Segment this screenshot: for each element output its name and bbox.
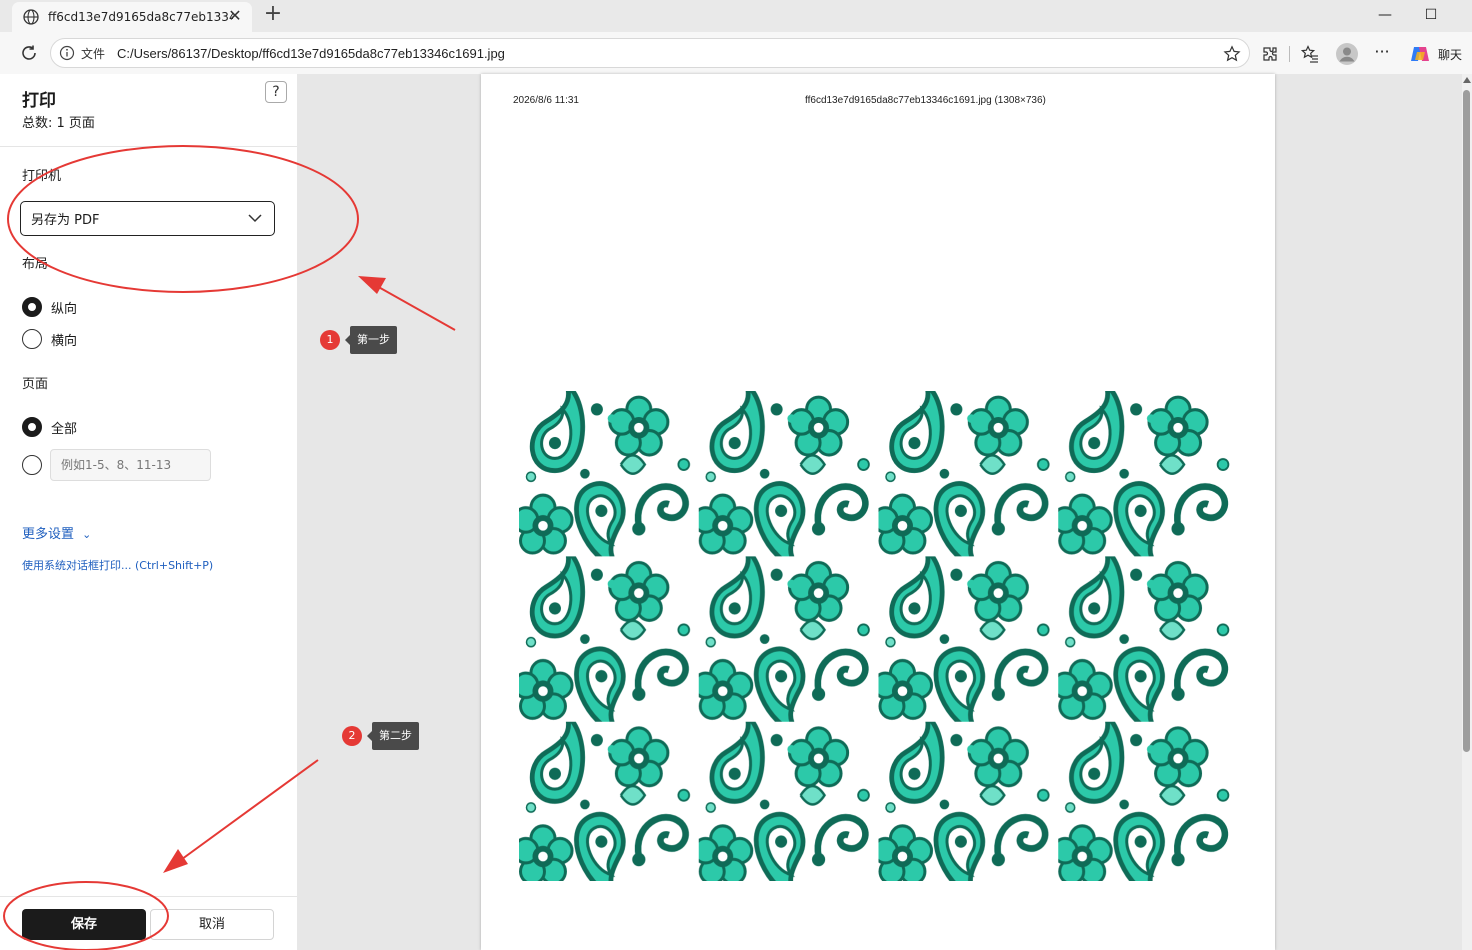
cancel-button[interactable]: 取消 [150, 909, 274, 940]
url-scheme: 文件 [81, 46, 106, 61]
preview-header-filename: ff6cd13e7d9165da8c77eb13346c1691.jpg (13… [805, 95, 1046, 106]
chevron-down-icon: ⌄ [82, 528, 92, 541]
step2-number: 2 [342, 726, 362, 746]
browser-tab[interactable]: ff6cd13e7d9165da8c77eb13346c1691.jpg ✕ [12, 2, 252, 32]
layout-portrait-label: 纵向 [51, 301, 78, 317]
pages-all-label: 全部 [51, 421, 78, 437]
layout-portrait-option[interactable]: 纵向 [22, 297, 77, 317]
more-menu-icon[interactable]: ··· [1372, 42, 1392, 62]
tab-title: ff6cd13e7d9165da8c77eb13346c1691.jpg [48, 10, 233, 24]
pages-custom-option[interactable] [22, 455, 51, 475]
printer-value: 另存为 PDF [31, 213, 100, 228]
tab-bar: ff6cd13e7d9165da8c77eb13346c1691.jpg ✕ +… [0, 0, 1472, 32]
copilot-icon[interactable] [1408, 42, 1432, 66]
more-settings-label: 更多设置 [22, 527, 75, 542]
step2-badge: 2 第二步 [342, 722, 419, 750]
url-text: C:/Users/86137/Desktop/ff6cd13e7d9165da8… [117, 45, 505, 61]
divider [0, 146, 297, 147]
step2-label: 第二步 [367, 722, 419, 750]
pages-label: 页面 [22, 377, 49, 392]
more-settings-link[interactable]: 更多设置 ⌄ [22, 523, 91, 542]
address-bar: 文件 C:/Users/86137/Desktop/ff6cd13e7d9165… [0, 32, 1472, 74]
printer-select[interactable]: 另存为 PDF [20, 201, 275, 236]
chevron-down-icon [248, 214, 262, 223]
maximize-icon[interactable]: ☐ [1416, 4, 1446, 26]
radio-unchecked-icon[interactable] [22, 455, 42, 475]
preview-scrollbar[interactable] [1462, 74, 1472, 950]
minimize-icon[interactable]: — [1370, 4, 1400, 26]
url-field[interactable]: 文件 C:/Users/86137/Desktop/ff6cd13e7d9165… [50, 38, 1250, 68]
preview-header-date: 2026/8/6 11:31 [513, 95, 579, 106]
profile-avatar-icon[interactable] [1335, 42, 1359, 66]
globe-icon [23, 9, 39, 25]
paisley-pattern-image [519, 391, 1238, 881]
system-dialog-link[interactable]: 使用系统对话框打印... (Ctrl+Shift+P) [22, 557, 213, 573]
chat-label[interactable]: 聊天 [1438, 46, 1462, 63]
printer-label: 打印机 [22, 169, 62, 184]
info-icon[interactable] [59, 45, 75, 61]
print-preview-page: 2026/8/6 11:31 ff6cd13e7d9165da8c77eb133… [481, 74, 1275, 950]
scroll-up-arrow-icon[interactable] [1463, 77, 1471, 83]
pages-all-option[interactable]: 全部 [22, 417, 77, 437]
toolbar-divider [1289, 46, 1290, 62]
divider [0, 896, 297, 897]
extensions-icon[interactable] [1260, 44, 1280, 64]
page-count: 总数: 1 页面 [22, 116, 95, 131]
radio-unchecked-icon[interactable] [22, 329, 42, 349]
layout-label: 布局 [22, 257, 49, 272]
radio-checked-icon[interactable] [22, 417, 42, 437]
help-button[interactable]: ? [265, 81, 287, 103]
step1-number: 1 [320, 330, 340, 350]
step1-badge: 1 第一步 [320, 326, 397, 354]
radio-checked-icon[interactable] [22, 297, 42, 317]
reload-icon[interactable] [18, 42, 40, 64]
print-title: 打印 [22, 91, 56, 111]
close-tab-icon[interactable]: ✕ [226, 7, 244, 25]
page-range-input[interactable]: 例如1-5、8、11-13 [50, 449, 211, 481]
step1-label: 第一步 [345, 326, 397, 354]
favorite-star-icon[interactable] [1223, 45, 1241, 63]
save-button[interactable]: 保存 [22, 909, 146, 940]
scrollbar-thumb[interactable] [1463, 90, 1470, 752]
print-settings-panel: 打印 总数: 1 页面 ? 打印机 另存为 PDF 布局 纵向 横向 页面 全部… [0, 74, 297, 950]
layout-landscape-label: 横向 [51, 333, 78, 349]
new-tab-button[interactable]: + [262, 3, 284, 26]
step1-arrow [358, 276, 456, 331]
layout-landscape-option[interactable]: 横向 [22, 329, 77, 349]
favorites-icon[interactable] [1300, 44, 1320, 64]
